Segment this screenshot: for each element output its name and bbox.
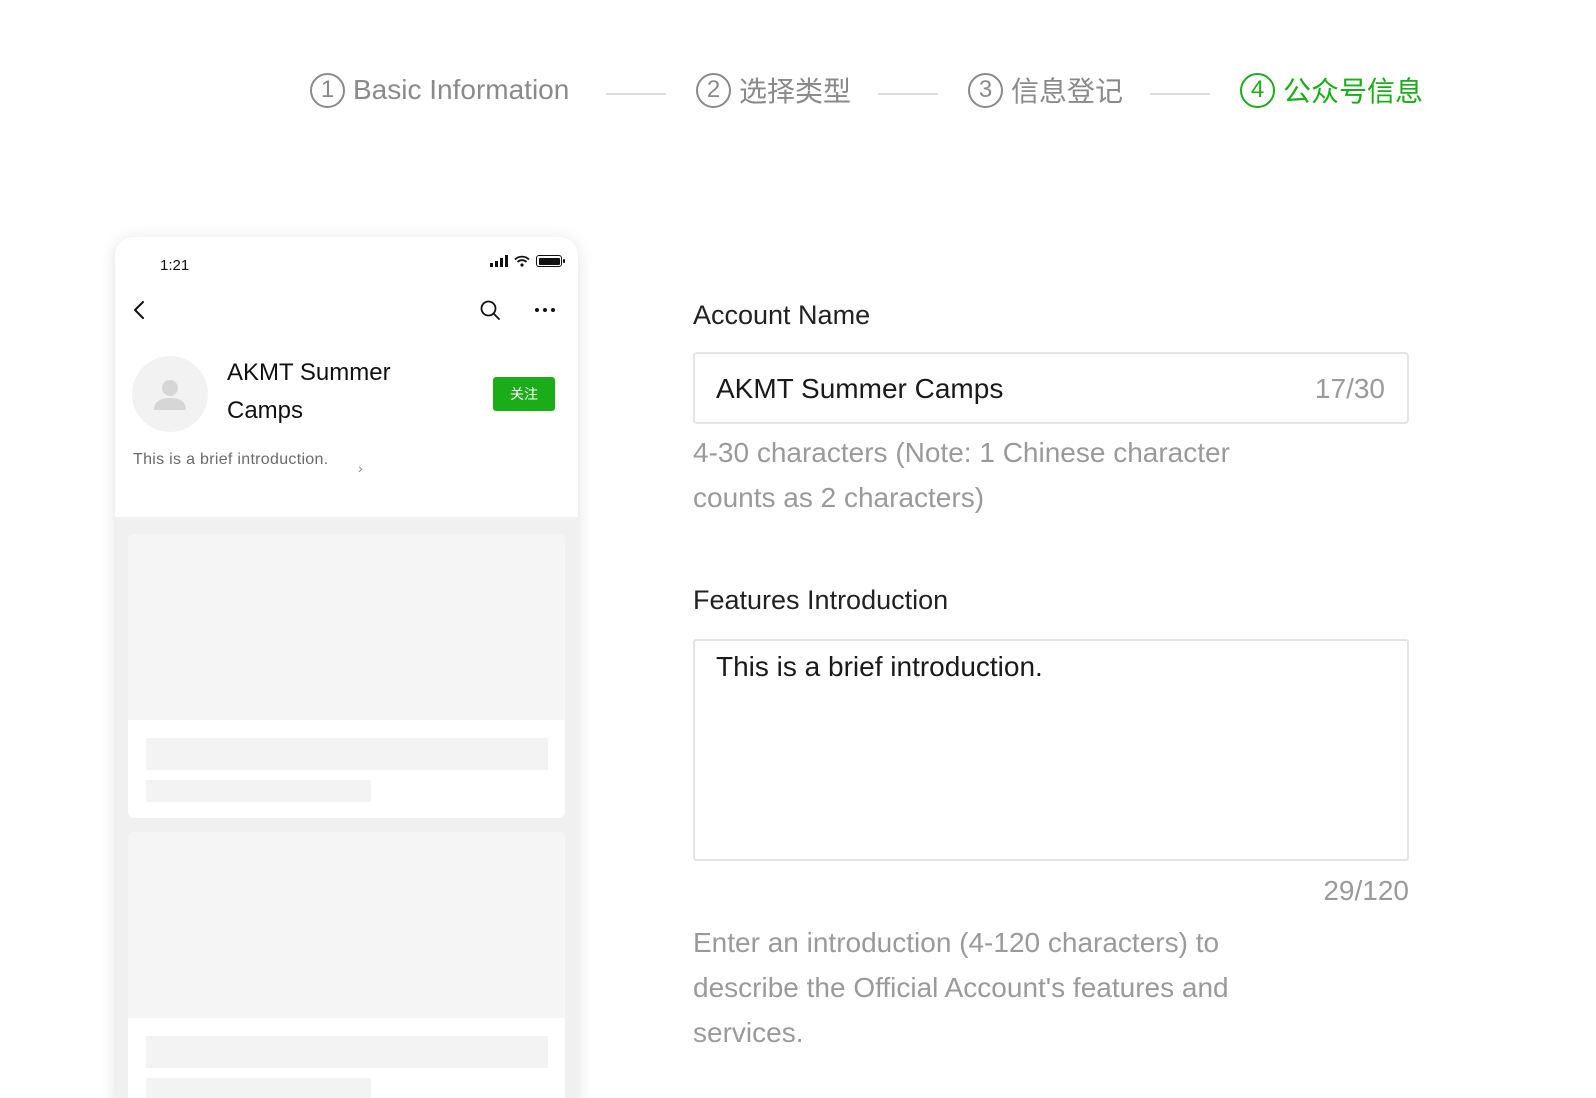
step-number: 1 xyxy=(310,72,345,108)
card-subtitle-placeholder xyxy=(146,780,371,802)
step-divider xyxy=(1150,93,1210,95)
account-name-counter: 17/30 xyxy=(1314,373,1385,404)
card-title-placeholder xyxy=(146,738,548,770)
features-counter: 29/120 xyxy=(1323,875,1409,906)
back-icon[interactable] xyxy=(129,299,151,321)
battery-icon xyxy=(536,255,565,267)
follow-button[interactable]: 关注 xyxy=(493,377,555,411)
features-label: Features Introduction xyxy=(693,585,949,615)
phone-preview: 1:21 AKMT Summer Camps 关注 This is a brie… xyxy=(115,237,578,1098)
step-divider xyxy=(878,93,938,95)
account-name-input[interactable]: AKMT Summer Camps 17/30 xyxy=(693,352,1409,424)
avatar xyxy=(132,356,208,432)
account-name-value[interactable]: AKMT Summer Camps xyxy=(716,373,1003,405)
card-image-placeholder xyxy=(128,832,565,1018)
card-image-placeholder xyxy=(128,534,565,720)
step-number: 3 xyxy=(968,72,1003,108)
card-title-placeholder xyxy=(146,1036,548,1068)
step-label: 信息登记 xyxy=(1011,76,1124,107)
step-account-info: 4 公众号信息 xyxy=(1240,70,1423,110)
status-time: 1:21 xyxy=(160,257,190,274)
avatar-placeholder-icon xyxy=(154,380,186,410)
step-basic-information: 1 Basic Information xyxy=(310,70,569,110)
account-name-preview: AKMT Summer Camps xyxy=(227,359,391,424)
profile-header: 1:21 AKMT Summer Camps 关注 This is a brie… xyxy=(115,237,578,517)
stepper: 1 Basic Information 2 选择类型 3 信息登记 4 公众号信… xyxy=(0,70,1596,110)
account-name-label: Account Name xyxy=(693,300,871,330)
step-label: 选择类型 xyxy=(739,76,852,107)
step-label: 公众号信息 xyxy=(1283,76,1424,107)
features-textarea[interactable]: This is a brief introduction. xyxy=(693,639,1409,861)
status-bar-icons xyxy=(490,255,565,267)
step-select-type: 2 选择类型 xyxy=(696,70,851,110)
card-subtitle-placeholder xyxy=(146,1078,371,1098)
article-card-placeholder xyxy=(128,534,565,818)
features-hint: Enter an introduction (4-120 characters)… xyxy=(693,927,1229,1048)
account-name-hint: 4-30 characters (Note: 1 Chinese charact… xyxy=(693,437,1230,513)
step-divider xyxy=(606,93,666,95)
signal-icon xyxy=(490,255,508,267)
search-icon[interactable] xyxy=(479,299,501,321)
more-icon[interactable] xyxy=(533,299,557,321)
step-number: 2 xyxy=(696,72,731,108)
features-value[interactable]: This is a brief introduction. xyxy=(716,651,1043,683)
step-info-registration: 3 信息登记 xyxy=(968,70,1123,110)
step-label: Basic Information xyxy=(353,74,570,105)
wifi-icon xyxy=(514,255,530,267)
step-number: 4 xyxy=(1240,72,1275,108)
chevron-right-icon[interactable]: › xyxy=(358,460,363,476)
page: 1 Basic Information 2 选择类型 3 信息登记 4 公众号信… xyxy=(0,0,1596,1098)
article-card-placeholder xyxy=(128,832,565,1098)
intro-preview: This is a brief introduction. xyxy=(133,451,329,468)
